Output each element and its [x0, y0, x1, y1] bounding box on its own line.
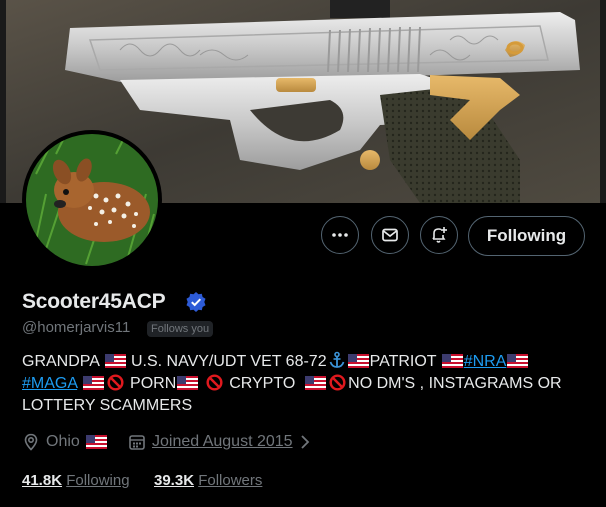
calendar-icon: [129, 435, 145, 450]
notify-button[interactable]: [420, 216, 458, 254]
location-pin-icon: [24, 433, 38, 451]
following-stat[interactable]: 41.8K Following: [22, 472, 130, 489]
bell-plus-icon: [432, 227, 447, 243]
followers-stat[interactable]: 39.3K Followers: [154, 472, 262, 489]
us-flag-icon: [441, 354, 463, 368]
chevron-right-icon[interactable]: [299, 434, 311, 450]
bio: GRANDPA U.S. NAVY/UDT VET 68-72 PATRIOT #…: [22, 351, 587, 417]
us-flag-icon: [104, 354, 126, 368]
mail-icon: [382, 228, 398, 242]
message-button[interactable]: [371, 216, 409, 254]
banner-edge-right: [600, 0, 606, 203]
anchor-icon: [329, 351, 344, 368]
bio-text: LOTTERY SCAMMERS: [22, 397, 193, 414]
follows-you-badge: Follows you: [147, 321, 214, 337]
us-flag-icon: [85, 435, 107, 449]
display-name: Scooter45ACP: [22, 290, 166, 313]
location: Ohio: [22, 433, 108, 451]
us-flag-icon: [177, 376, 199, 390]
prohibited-icon: [206, 374, 223, 391]
us-flag-icon: [347, 354, 369, 368]
us-flag-icon: [507, 354, 529, 368]
bio-text: CRYPTO: [229, 375, 296, 392]
prohibited-icon: [107, 374, 124, 391]
followers-count[interactable]: 39.3K: [154, 472, 194, 489]
following-button[interactable]: Following: [468, 216, 585, 256]
joined-date[interactable]: Joined August 2015: [128, 433, 311, 451]
banner-edge-left: [0, 0, 6, 203]
bio-text: PORN: [130, 375, 177, 392]
profile-avatar[interactable]: [22, 130, 162, 270]
fawn-avatar-image: [26, 134, 158, 266]
hashtag-nra-link[interactable]: #NRA: [464, 353, 507, 370]
us-flag-icon: [82, 376, 104, 390]
hashtag-maga-link[interactable]: #MAGA: [22, 375, 77, 392]
verified-badge-icon[interactable]: [185, 291, 207, 313]
us-flag-icon: [305, 376, 327, 390]
joined-text[interactable]: Joined August 2015: [152, 433, 293, 451]
more-button[interactable]: [321, 216, 359, 254]
followers-label[interactable]: Followers: [198, 472, 262, 489]
handle: @homerjarvis11: [22, 319, 131, 336]
following-count[interactable]: 41.8K: [22, 472, 62, 489]
prohibited-icon: [329, 374, 346, 391]
bio-text: GRANDPA: [22, 353, 100, 370]
bio-text: U.S. NAVY/UDT VET 68-72: [130, 353, 327, 370]
following-label[interactable]: Following: [66, 472, 129, 489]
bio-text: NO DM'S , INSTAGRAMS OR: [348, 375, 562, 392]
more-icon: [332, 233, 348, 237]
location-text: Ohio: [46, 433, 80, 450]
bio-text: PATRIOT: [369, 353, 437, 370]
